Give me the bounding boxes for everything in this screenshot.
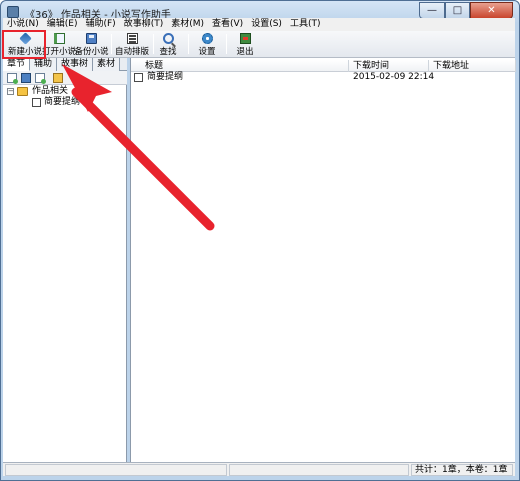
toolbar-separator xyxy=(226,34,227,54)
open-novel-label: 打开小说 xyxy=(42,47,77,57)
tab-material[interactable]: 素材 xyxy=(93,58,121,71)
menu-story[interactable]: 故事柳(T) xyxy=(120,18,168,31)
exit-icon xyxy=(239,33,251,44)
chapter-tree: − 作品相关 简要提纲 xyxy=(3,86,127,108)
tree-child-label: 简要提纲 xyxy=(44,97,81,107)
auto-layout-button[interactable]: 自动排版 xyxy=(114,32,150,57)
menu-bar: 小说(N) 编辑(E) 辅助(F) 故事柳(T) 素材(M) 查看(V) 设置(… xyxy=(3,18,515,31)
status-bar: 共计：1章，本卷：1章 xyxy=(3,462,515,476)
tree-root-label: 作品相关 xyxy=(32,86,69,96)
annotation-highlight-box xyxy=(2,30,46,59)
close-button[interactable]: ✕ xyxy=(470,2,513,19)
status-pane-1 xyxy=(5,464,227,476)
backup-novel-button[interactable]: 备份小说 xyxy=(74,32,109,57)
settings-button[interactable]: 设置 xyxy=(195,32,219,57)
chapter-list: 标题 下载时间 下载地址 简要提纲 2015-02-09 22:14 xyxy=(130,58,516,462)
maximize-button[interactable]: □ xyxy=(445,2,470,19)
chapter-panel: 章节 辅助 故事树 素材 − 作品相关 简要提纲 xyxy=(3,58,127,462)
folder-open-icon xyxy=(17,87,28,96)
toolbar-separator xyxy=(111,34,112,54)
list-item[interactable]: 简要提纲 2015-02-09 22:14 xyxy=(131,72,516,83)
toolbar-separator xyxy=(188,34,189,54)
menu-view[interactable]: 查看(V) xyxy=(208,18,247,31)
find-button[interactable]: 查找 xyxy=(156,32,180,57)
tab-assist[interactable]: 辅助 xyxy=(30,58,58,71)
backup-novel-label: 备份小说 xyxy=(74,47,109,57)
menu-tools[interactable]: 工具(T) xyxy=(286,18,325,31)
column-download-time[interactable]: 下载时间 xyxy=(349,60,429,72)
auto-layout-icon xyxy=(126,33,138,44)
new-volume-icon[interactable] xyxy=(35,73,46,84)
status-count: 共计：1章，本卷：1章 xyxy=(411,464,513,476)
minimize-button[interactable]: — xyxy=(419,2,445,19)
row-title: 简要提纲 xyxy=(147,72,184,82)
menu-settings[interactable]: 设置(S) xyxy=(247,18,286,31)
menu-material[interactable]: 素材(M) xyxy=(167,18,208,31)
app-icon xyxy=(7,6,19,18)
open-novel-button[interactable]: 打开小说 xyxy=(42,32,77,57)
tab-chapters[interactable]: 章节 xyxy=(3,58,31,71)
auto-layout-label: 自动排版 xyxy=(114,47,149,57)
menu-assist[interactable]: 辅助(F) xyxy=(81,18,119,31)
tab-story-tree[interactable]: 故事树 xyxy=(57,58,94,71)
tree-node-child[interactable]: 简要提纲 xyxy=(3,97,127,108)
exit-label: 退出 xyxy=(236,47,254,57)
toolbar-separator xyxy=(153,34,154,54)
find-icon xyxy=(162,33,174,44)
document-icon xyxy=(134,73,143,82)
folder-icon[interactable] xyxy=(53,73,63,83)
chapter-toolbar xyxy=(3,71,127,85)
document-icon xyxy=(32,98,41,107)
menu-edit[interactable]: 编辑(E) xyxy=(43,18,82,31)
save-chapter-icon[interactable] xyxy=(21,73,31,83)
exit-button[interactable]: 退出 xyxy=(233,32,257,57)
status-pane-2 xyxy=(229,464,409,476)
open-novel-icon xyxy=(53,33,65,44)
add-chapter-icon[interactable] xyxy=(7,73,18,84)
backup-novel-icon xyxy=(86,33,97,44)
panel-tabs: 章节 辅助 故事树 素材 xyxy=(3,58,127,71)
list-header: 标题 下载时间 下载地址 xyxy=(131,60,516,72)
row-time: 2015-02-09 22:14 xyxy=(353,72,435,82)
collapse-icon[interactable]: − xyxy=(7,88,14,95)
settings-label: 设置 xyxy=(198,47,216,57)
column-download-url[interactable]: 下载地址 xyxy=(429,60,516,72)
tree-node-root[interactable]: − 作品相关 xyxy=(3,86,127,97)
settings-icon xyxy=(201,33,213,44)
column-title[interactable]: 标题 xyxy=(131,60,349,72)
toolbar: 新建小说 打开小说 备份小说 自动排版 查找 设置 退出 xyxy=(3,31,515,58)
